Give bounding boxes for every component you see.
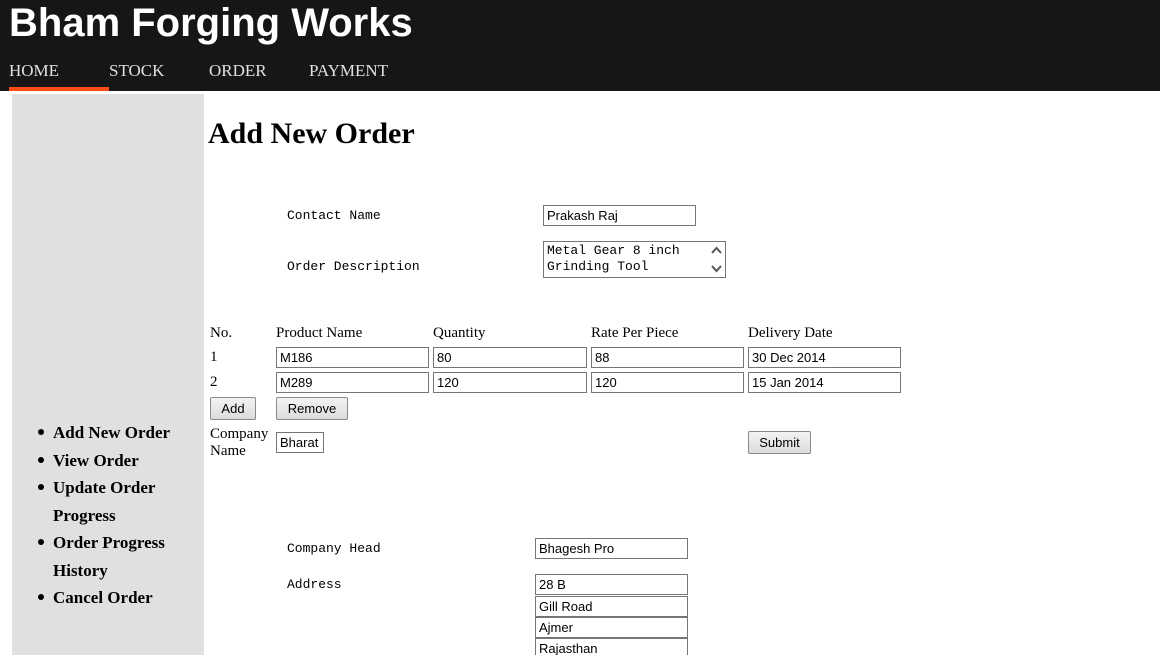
sidebar-item-label: Cancel Order [53,588,153,607]
product-name-input[interactable]: M186 [276,347,429,368]
rate-per-piece-input[interactable]: 120 [591,372,744,393]
bullet-icon [38,429,44,435]
active-nav-indicator [9,87,109,91]
address-label: Address [287,577,342,592]
quantity-input[interactable]: 80 [433,347,587,368]
address-line-2-input[interactable]: Gill Road [535,596,688,617]
submit-button[interactable]: Submit [748,431,811,454]
order-description-textarea[interactable]: Metal Gear 8 inch Grinding Tool [543,241,726,278]
order-description-label: Order Description [287,259,420,274]
nav-item-home[interactable]: HOME [9,61,109,81]
sidebar-item-label: Update Order Progress [53,478,156,525]
site-title: Bham Forging Works [9,1,413,45]
sidebar-item-update-order-progress[interactable]: Update Order Progress [32,474,200,529]
nav-item-stock[interactable]: STOCK [109,61,164,81]
bullet-icon [38,594,44,600]
address-line-4-input[interactable]: Rajasthan [535,638,688,655]
address-line-1-input[interactable]: 28 B [535,574,688,595]
sidebar-item-add-new-order[interactable]: Add New Order [32,419,200,447]
company-name-label: Company Name [210,426,269,459]
delivery-date-input[interactable]: 15 Jan 2014 [748,372,901,393]
sidebar: Add New Order View Order Update Order Pr… [12,94,204,655]
contact-name-label: Contact Name [287,208,381,223]
sidebar-menu: Add New Order View Order Update Order Pr… [32,419,200,612]
rate-per-piece-input[interactable]: 88 [591,347,744,368]
sidebar-item-view-order[interactable]: View Order [32,447,200,475]
column-header-product-name: Product Name [276,325,363,341]
top-header: Bham Forging Works HOME STOCK ORDER PAYM… [0,0,1160,91]
bullet-icon [38,484,44,490]
contact-name-input[interactable]: Prakash Raj [543,205,696,226]
product-name-input[interactable]: M289 [276,372,429,393]
company-name-input[interactable]: Bharat [276,432,324,453]
quantity-input[interactable]: 120 [433,372,587,393]
description-line: Metal Gear 8 inch [547,243,680,258]
bullet-icon [38,456,44,463]
scroll-up-icon[interactable] [709,243,724,259]
column-header-rate-per-piece: Rate Per Piece [591,325,679,341]
sidebar-item-label: Add New Order [53,423,171,442]
sidebar-item-order-progress-history[interactable]: Order Progress History [32,529,200,584]
nav-item-payment[interactable]: PAYMENT [309,61,388,81]
remove-row-button[interactable]: Remove [276,397,348,420]
page-title: Add New Order [208,117,415,150]
description-line: Grinding Tool [547,259,649,274]
delivery-date-input[interactable]: 30 Dec 2014 [748,347,901,368]
textarea-scrollbar[interactable] [709,243,724,276]
address-line-3-input[interactable]: Ajmer [535,617,688,638]
column-header-quantity: Quantity [433,325,486,341]
bullet-icon [38,539,44,545]
company-head-input[interactable]: Bhagesh Pro [535,538,688,559]
sidebar-item-label: Order Progress History [53,533,165,580]
company-head-label: Company Head [287,541,381,556]
sidebar-item-cancel-order[interactable]: Cancel Order [32,584,200,612]
nav-item-order[interactable]: ORDER [209,61,267,81]
column-header-delivery-date: Delivery Date [748,325,833,341]
row-number: 2 [210,374,218,390]
sidebar-item-label: View Order [53,450,139,470]
column-header-no: No. [210,325,233,341]
row-number: 1 [210,349,218,365]
add-row-button[interactable]: Add [210,397,256,420]
scroll-down-icon[interactable] [709,260,724,276]
